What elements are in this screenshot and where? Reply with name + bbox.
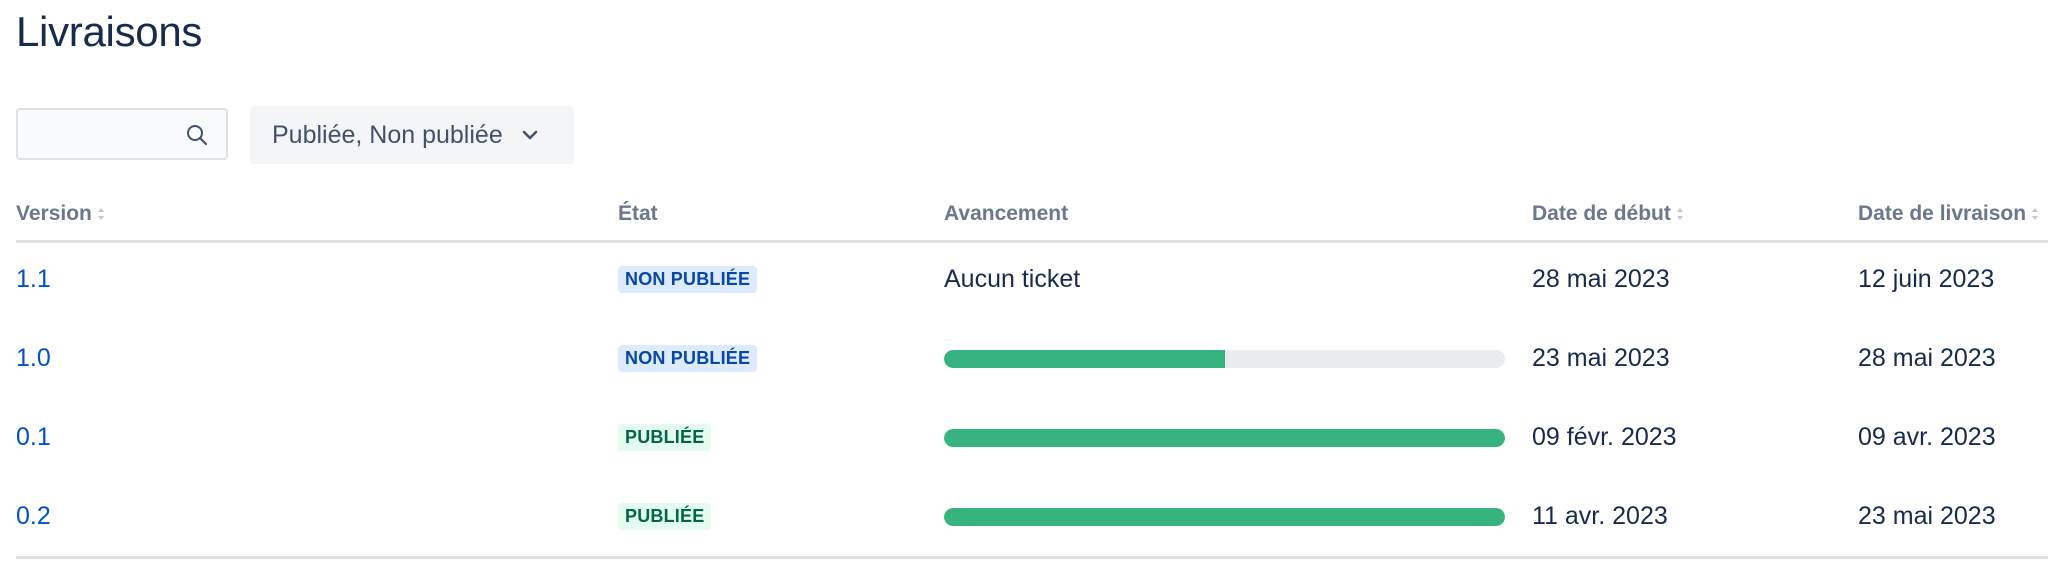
start-date: 28 mai 2023 [1532,265,1670,293]
column-header-progress: Avancement [944,202,1068,226]
sort-icon[interactable] [2031,207,2039,221]
column-header-release-date[interactable]: Date de livraison [1858,202,2039,226]
progress-bar-fill [944,349,1225,368]
table-header: Version État Avancement Date de début Da… [16,196,2048,243]
column-header-version-label: Version [16,202,92,225]
search-icon[interactable] [186,124,208,146]
progress-bar[interactable] [944,507,1505,526]
search-input[interactable] [18,110,198,158]
version-link[interactable]: 0.1 [16,423,51,452]
search-box[interactable] [16,108,228,160]
column-header-status: État [618,202,658,226]
column-header-version[interactable]: Version [16,202,105,226]
progress-bar-fill [944,428,1505,447]
start-date: 09 févr. 2023 [1532,423,1677,451]
progress-bar-fill [944,507,1505,526]
table-row: 0.2 PUBLIÉE 11 avr. 2023 23 mai 2023 [16,477,2048,556]
status-badge: PUBLIÉE [618,424,712,451]
progress-text: Aucun ticket [944,265,1081,293]
table-row: 1.1 NON PUBLIÉE Aucun ticket 28 mai 2023… [16,240,2048,319]
start-date: 23 mai 2023 [1532,344,1670,372]
page-title: Livraisons [16,8,203,55]
column-header-release-date-label: Date de livraison [1858,202,2027,225]
release-date: 23 mai 2023 [1858,502,1996,530]
sort-icon[interactable] [97,207,105,221]
start-date: 11 avr. 2023 [1532,502,1668,530]
column-header-start-date[interactable]: Date de début [1532,202,1684,226]
status-filter-dropdown[interactable]: Publiée, Non publiée [250,106,574,164]
status-filter-label: Publiée, Non publiée [272,120,503,149]
column-header-progress-label: Avancement [944,202,1069,225]
sort-icon[interactable] [1676,207,1684,221]
version-link[interactable]: 0.2 [16,502,51,531]
release-date: 09 avr. 2023 [1858,423,1996,451]
column-header-start-date-label: Date de début [1532,202,1671,225]
table-row: 1.0 NON PUBLIÉE 23 mai 2023 28 mai 2023 [16,319,2048,398]
version-link[interactable]: 1.1 [16,265,51,294]
progress-bar[interactable] [944,428,1505,447]
progress-bar[interactable] [944,349,1505,368]
status-badge: NON PUBLIÉE [618,266,758,293]
chevron-down-icon [522,130,538,140]
table-row: 0.1 PUBLIÉE 09 févr. 2023 09 avr. 2023 [16,398,2048,477]
table-bottom-divider [16,556,2048,559]
status-badge: PUBLIÉE [618,503,712,530]
release-date: 12 juin 2023 [1858,265,1995,293]
column-header-status-label: État [618,202,658,225]
status-badge: NON PUBLIÉE [618,345,758,372]
version-link[interactable]: 1.0 [16,344,51,373]
release-date: 28 mai 2023 [1858,344,1996,372]
